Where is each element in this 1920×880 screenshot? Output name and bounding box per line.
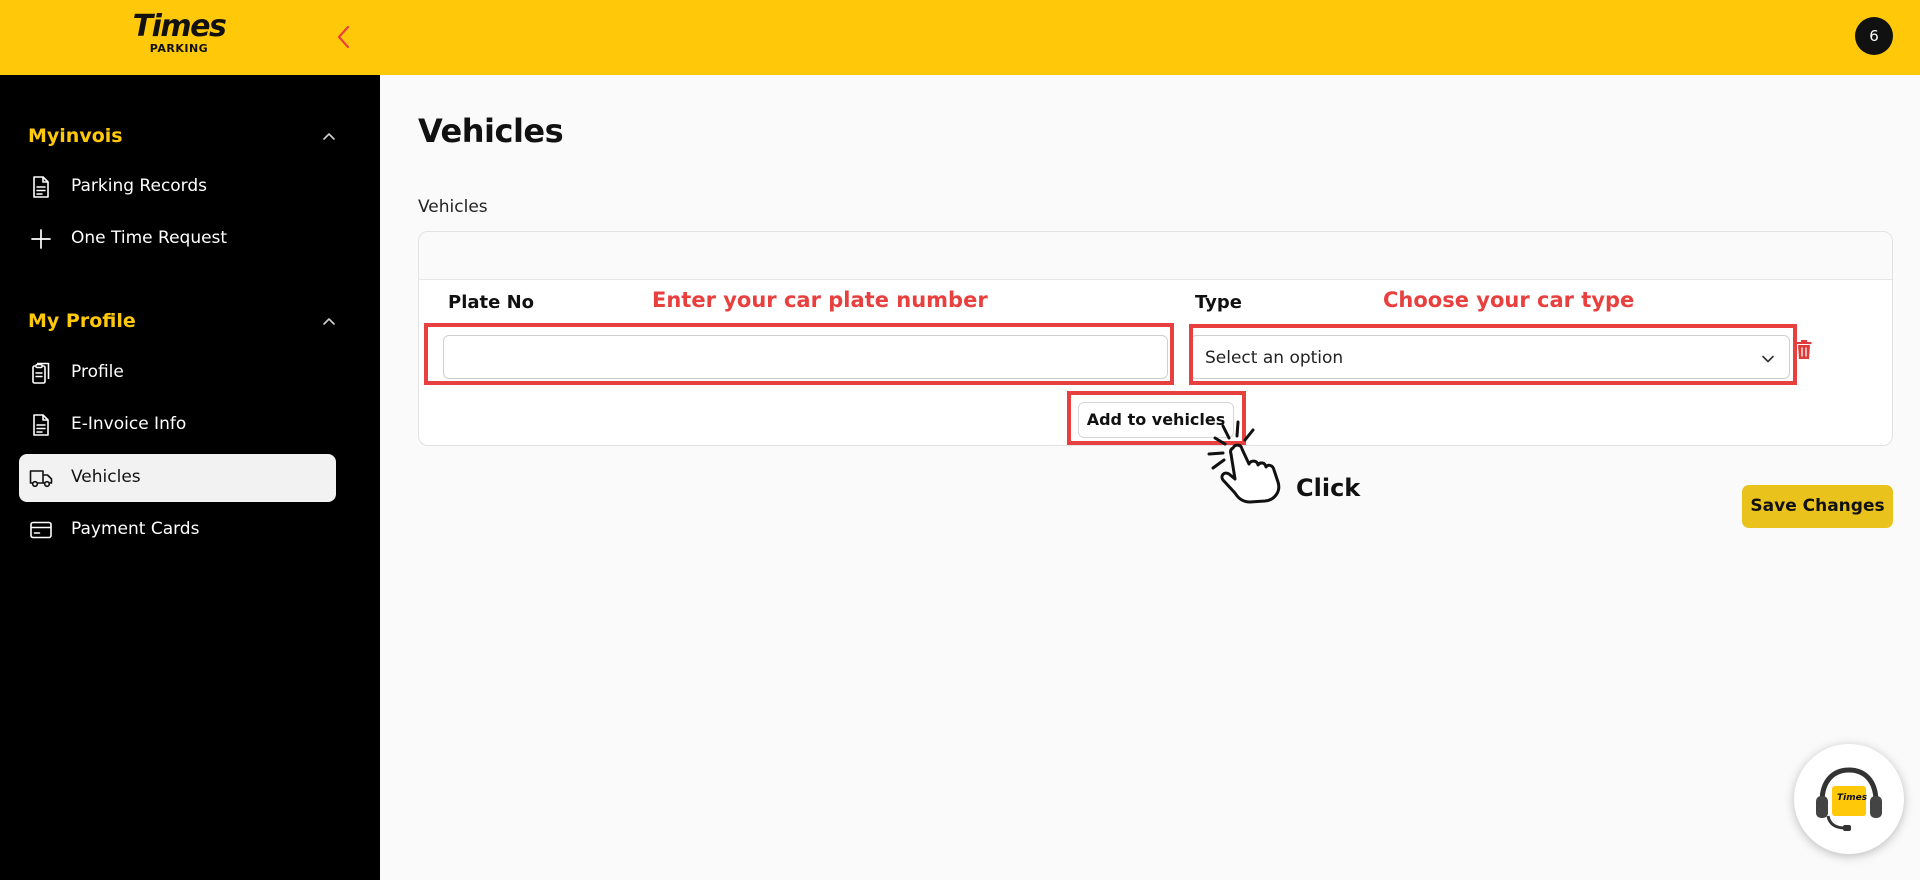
plate-input-highlight-box xyxy=(424,323,1174,385)
chevron-up-icon xyxy=(323,133,335,140)
chevron-up-icon xyxy=(323,318,335,325)
sidebar-item-one-time-request[interactable]: One Time Request xyxy=(19,215,336,263)
notification-badge[interactable]: 6 xyxy=(1855,17,1893,55)
type-hint-annotation: Choose your car type xyxy=(1383,288,1635,312)
collapse-sidebar-chevron-left-icon[interactable] xyxy=(332,24,356,50)
clipboard-icon xyxy=(32,362,50,384)
plus-icon xyxy=(31,229,51,249)
sidebar-section-label: Myinvois xyxy=(28,125,123,147)
type-label: Type xyxy=(1195,292,1242,313)
times-parking-logo[interactable]: Times PARKING xyxy=(128,12,230,56)
plate-hint-annotation: Enter your car plate number xyxy=(652,288,988,312)
sidebar-item-payment-cards[interactable]: Payment Cards xyxy=(19,506,336,554)
document-icon xyxy=(33,414,49,436)
sidebar-item-label: Parking Records xyxy=(71,176,208,196)
truck-icon xyxy=(29,470,53,488)
sidebar-section-my-profile[interactable]: My Profile xyxy=(28,308,335,338)
card-header xyxy=(419,232,1892,280)
sidebar-item-label: Payment Cards xyxy=(71,519,200,539)
sidebar-item-parking-records[interactable]: Parking Records xyxy=(19,163,336,211)
page-title: Vehicles xyxy=(418,112,564,150)
sidebar-item-label: One Time Request xyxy=(71,228,228,248)
sidebar-section-label: My Profile xyxy=(28,310,136,332)
logo-wordmark: Times xyxy=(132,9,227,44)
sidebar-item-label: Profile xyxy=(71,362,124,382)
plate-no-label: Plate No xyxy=(448,292,535,313)
sidebar-item-vehicles[interactable]: Vehicles xyxy=(19,454,336,502)
logo-subtext: PARKING xyxy=(149,42,209,55)
credit-card-icon xyxy=(30,521,52,539)
pointing-hand-click-icon xyxy=(1207,420,1281,504)
sidebar-section-myinvois[interactable]: Myinvois xyxy=(28,123,335,153)
type-select-highlight-box xyxy=(1189,324,1797,385)
support-logo-text: Times xyxy=(1837,793,1868,803)
sidebar-item-label: Vehicles xyxy=(71,467,141,487)
top-bar: Times PARKING 6 xyxy=(0,0,1920,75)
save-changes-button[interactable]: Save Changes xyxy=(1742,485,1893,528)
sidebar-item-label: E-Invoice Info xyxy=(71,414,187,434)
support-chat-button[interactable]: Times xyxy=(1794,744,1904,854)
click-annotation: Click xyxy=(1296,474,1361,502)
document-icon xyxy=(33,176,49,198)
sidebar-item-e-invoice-info[interactable]: E-Invoice Info xyxy=(19,401,336,449)
vehicles-section-label: Vehicles xyxy=(418,197,488,217)
sidebar: Myinvois Parking Records One Time Reques… xyxy=(0,75,380,880)
sidebar-item-profile[interactable]: Profile xyxy=(19,349,336,397)
delete-trash-icon[interactable] xyxy=(1795,338,1813,360)
